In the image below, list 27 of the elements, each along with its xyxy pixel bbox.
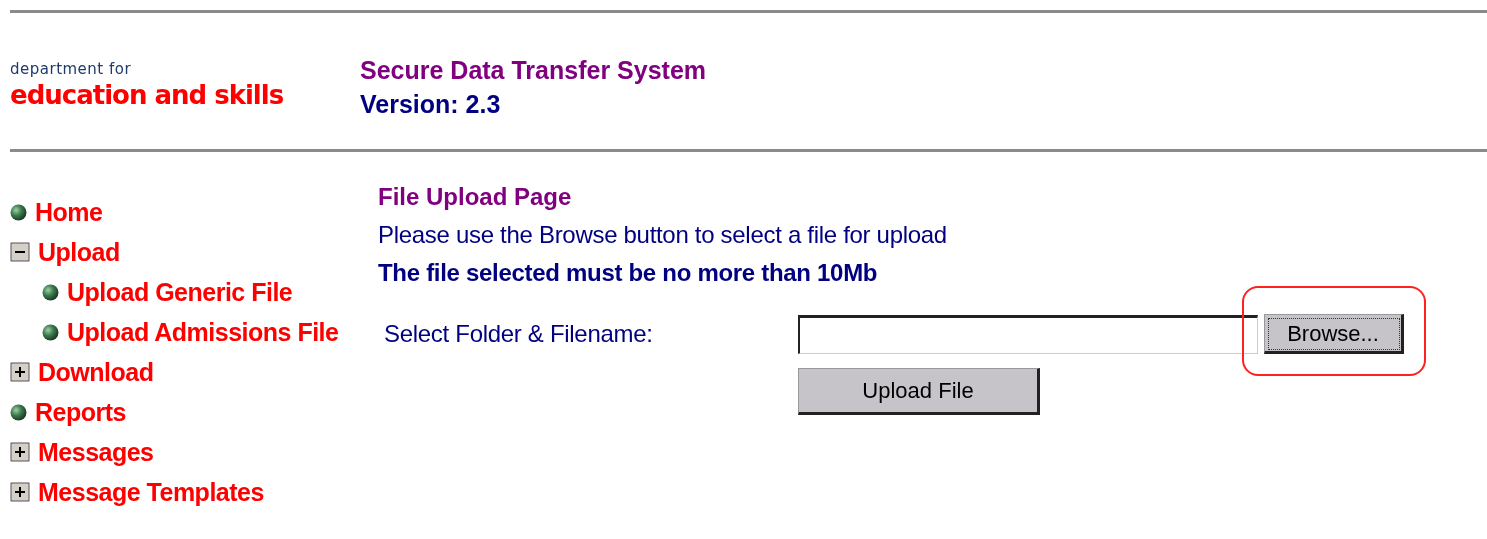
field-label: Select Folder & Filename:: [383, 319, 654, 349]
sphere-icon: [10, 203, 27, 221]
nav-link[interactable]: Download: [38, 352, 154, 392]
expand-icon[interactable]: [10, 362, 30, 382]
nav-link[interactable]: Upload Admissions File: [67, 312, 339, 352]
nav-link[interactable]: Reports: [35, 392, 126, 432]
logo-caption: department for: [10, 59, 133, 81]
system-title: Secure Data Transfer System: [360, 55, 706, 87]
version-label: Version: 2.3: [360, 89, 502, 120]
sphere-icon: [42, 323, 59, 341]
expand-icon[interactable]: [10, 442, 30, 462]
nav-link[interactable]: Upload: [38, 232, 120, 272]
instruction-text: Please use the Browse button to select a file for upload: [378, 220, 948, 250]
collapse-icon[interactable]: [10, 242, 30, 262]
nav-link[interactable]: Home: [35, 192, 103, 232]
nav-link[interactable]: Message Templates: [38, 472, 264, 512]
upload-button[interactable]: Upload File: [798, 368, 1040, 415]
size-warning: The file selected must be no more than 10Mb: [378, 258, 879, 288]
expand-icon[interactable]: [10, 482, 30, 502]
nav-link[interactable]: Upload Generic File: [67, 272, 293, 312]
sphere-icon: [10, 403, 27, 421]
nav-link[interactable]: Messages: [38, 432, 154, 472]
sphere-icon: [42, 283, 59, 301]
logo-wordmark: education and skills: [10, 80, 285, 110]
file-path-field[interactable]: [798, 314, 1258, 354]
browse-button[interactable]: Browse...: [1264, 314, 1404, 354]
page-heading: File Upload Page: [378, 182, 573, 212]
